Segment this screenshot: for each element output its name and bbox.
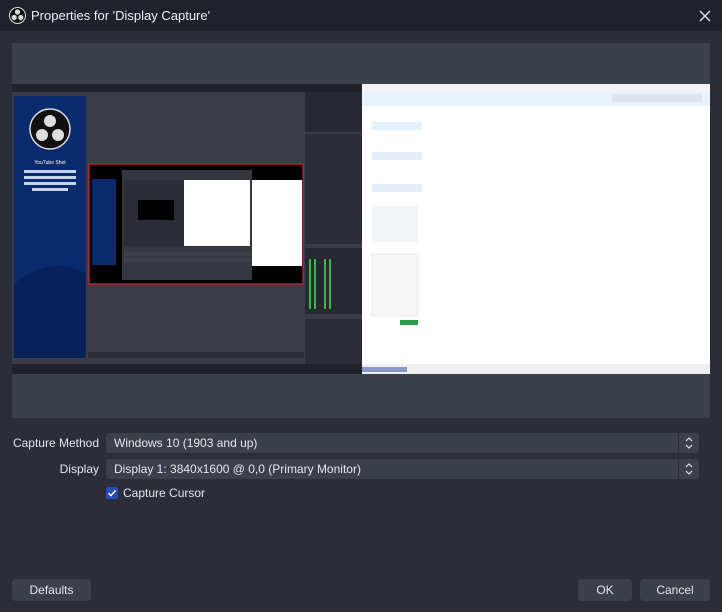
window-title: Properties for 'Display Capture' (31, 8, 211, 23)
capture-cursor-label: Capture Cursor (123, 486, 206, 500)
source-preview-area: YouTube Shot (12, 43, 710, 418)
capture-method-label: Capture Method (12, 436, 99, 450)
updown-arrows-icon (678, 459, 693, 479)
updown-arrows-icon (678, 433, 693, 453)
display-select[interactable]: Display 1: 3840x1600 @ 0,0 (Primary Moni… (106, 459, 699, 479)
close-button[interactable] (692, 3, 718, 28)
title-bar: Properties for 'Display Capture' (0, 0, 722, 31)
display-value: Display 1: 3840x1600 @ 0,0 (Primary Moni… (114, 462, 361, 476)
ok-button[interactable]: OK (578, 579, 632, 601)
close-icon (699, 10, 711, 21)
capture-method-value: Windows 10 (1903 and up) (114, 436, 258, 450)
defaults-button[interactable]: Defaults (12, 579, 91, 601)
capture-cursor-checkbox[interactable] (106, 487, 118, 499)
capture-method-select[interactable]: Windows 10 (1903 and up) (106, 433, 699, 453)
cancel-button[interactable]: Cancel (640, 579, 710, 601)
checkmark-icon (107, 489, 117, 497)
splash-name: YouTube Shot (34, 160, 66, 166)
display-capture-preview: YouTube Shot (12, 84, 710, 374)
obs-logo-icon (9, 7, 26, 24)
display-label: Display (59, 462, 99, 476)
